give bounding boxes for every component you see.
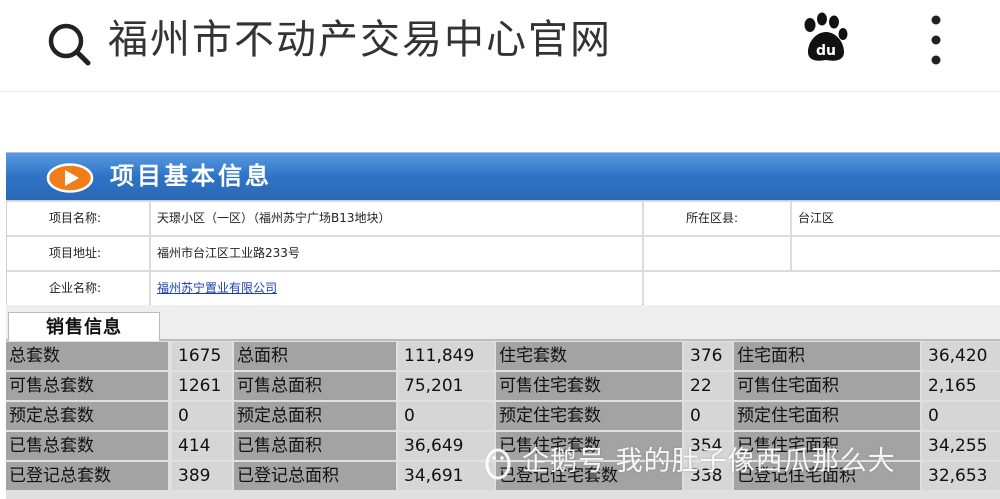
- sales-cell-residential-area-value: 2,165: [922, 372, 1000, 400]
- sales-cell-total-area-label: 已售总面积: [234, 432, 396, 460]
- sales-cell-total-units-value: 1261: [172, 372, 232, 400]
- sales-cell-total-area-value: 111,849: [398, 342, 494, 370]
- sales-cell-total-units-label: 已售总套数: [6, 432, 168, 460]
- sales-cell-total-area-value: 0: [398, 402, 494, 430]
- sales-cell-residential-units-label: 住宅套数: [496, 342, 682, 370]
- baidu-paw-icon[interactable]: du: [798, 12, 850, 64]
- search-icon[interactable]: [46, 20, 94, 68]
- search-bar[interactable]: 福州市不动产交易中心官网 du: [0, 0, 1000, 92]
- district-label: 所在区县:: [644, 202, 790, 235]
- sales-cell-total-units-value: 389: [172, 462, 232, 490]
- company-value-cell: 福州苏宁置业有限公司: [151, 272, 642, 305]
- info-row-company: 企业名称: 福州苏宁置业有限公司: [7, 271, 1000, 305]
- sales-cell-residential-area-label: 可售住宅面积: [734, 372, 920, 400]
- tab-sales-info[interactable]: 销售信息: [8, 312, 160, 343]
- district-value: 台江区: [792, 202, 1000, 235]
- sales-cell-total-area-label: 总面积: [234, 342, 396, 370]
- sales-cell-total-area-value: 75,201: [398, 372, 494, 400]
- sales-cell-total-area-label: 已登记总面积: [234, 462, 396, 490]
- sales-cell-total-units-label: 预定总套数: [6, 402, 168, 430]
- section-header: 项目基本信息: [6, 152, 1000, 200]
- sales-cell-total-area-label: 可售总面积: [234, 372, 396, 400]
- project-name-value: 天璟小区（一区）（福州苏宁广场B13地块）: [151, 202, 642, 235]
- watermark-text: 企鹅号 我的肚子像西瓜那么大: [522, 446, 896, 477]
- empty-cell: [644, 237, 790, 270]
- sales-cell-residential-area-value: 0: [922, 402, 1000, 430]
- sales-cell-total-units-value: 1675: [172, 342, 232, 370]
- section-title: 项目基本信息: [110, 162, 272, 190]
- screen: 福州市不动产交易中心官网 du 项目基本信息 项目名称: 天璟小区（一区）（福州…: [0, 0, 1000, 499]
- sales-cell-total-units-label: 已登记总套数: [6, 462, 168, 490]
- sales-cell-residential-area-value: 36,420: [922, 342, 1000, 370]
- sales-cell-residential-units-value: 376: [684, 342, 732, 370]
- sales-cell-total-units-value: 0: [172, 402, 232, 430]
- sales-cell-total-units-label: 总套数: [6, 342, 168, 370]
- penguin-logo-icon: [485, 448, 511, 480]
- sales-cell-residential-units-value: 0: [684, 402, 732, 430]
- sales-cell-total-units-value: 414: [172, 432, 232, 460]
- empty-cell: [644, 272, 1000, 305]
- sales-cell-residential-units-value: 22: [684, 372, 732, 400]
- watermark: 企鹅号 我的肚子像西瓜那么大: [478, 442, 988, 484]
- address-value: 福州市台江区工业路233号: [151, 237, 642, 270]
- address-label: 项目地址:: [7, 237, 149, 270]
- info-row-address: 项目地址: 福州市台江区工业路233号: [7, 236, 1000, 270]
- search-query[interactable]: 福州市不动产交易中心官网: [108, 14, 612, 66]
- empty-cell: [792, 237, 1000, 270]
- sales-cell-residential-area-label: 预定住宅面积: [734, 402, 920, 430]
- sales-cell-residential-area-label: 住宅面积: [734, 342, 920, 370]
- sales-cell-residential-units-label: 预定住宅套数: [496, 402, 682, 430]
- sales-cell-residential-units-label: 可售住宅套数: [496, 372, 682, 400]
- project-info-table: 项目名称: 天璟小区（一区）（福州苏宁广场B13地块） 所在区县: 台江区 项目…: [6, 200, 1000, 305]
- company-label: 企业名称:: [7, 272, 149, 305]
- sales-cell-total-units-label: 可售总套数: [6, 372, 168, 400]
- company-link[interactable]: 福州苏宁置业有限公司: [157, 281, 277, 295]
- more-vertical-icon[interactable]: [928, 14, 944, 66]
- svg-text:du: du: [816, 43, 836, 59]
- project-name-label: 项目名称:: [7, 202, 149, 235]
- info-row-name: 项目名称: 天璟小区（一区）（福州苏宁广场B13地块） 所在区县: 台江区: [7, 201, 1000, 235]
- play-circle-icon: [46, 163, 94, 193]
- tab-strip: 销售信息: [6, 305, 1000, 343]
- sales-cell-total-area-label: 预定总面积: [234, 402, 396, 430]
